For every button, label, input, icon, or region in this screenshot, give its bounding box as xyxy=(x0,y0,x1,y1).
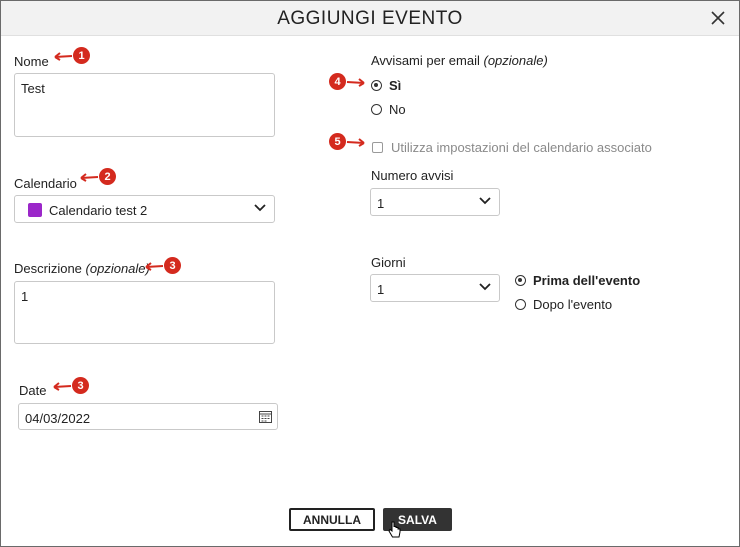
radio-unselected-icon xyxy=(371,104,382,115)
email-radio-si[interactable]: Sì xyxy=(371,78,401,93)
calendario-select[interactable]: Calendario test 2 xyxy=(14,195,275,223)
annotation-arrow-icon xyxy=(53,381,72,391)
radio-label: Sì xyxy=(389,78,402,93)
date-value: 04/03/2022 xyxy=(25,411,91,426)
annotation-arrow-icon xyxy=(346,137,365,147)
dialog-header: AGGIUNGI EVENTO xyxy=(1,1,739,36)
radio-label: Prima dell'evento xyxy=(533,273,641,288)
annotation-arrow-icon xyxy=(145,261,164,271)
annotation-marker-5: 5 xyxy=(329,133,368,150)
email-radio-no[interactable]: No xyxy=(371,102,406,117)
optional-note: (opzionale) xyxy=(85,261,150,276)
optional-note: (opzionale) xyxy=(483,53,548,68)
radio-selected-icon xyxy=(371,80,382,91)
numero-avvisi-label: Numero avvisi xyxy=(371,168,454,183)
checkbox-label: Utilizza impostazioni del calendario ass… xyxy=(391,140,652,155)
use-calendar-settings-checkbox[interactable]: Utilizza impostazioni del calendario ass… xyxy=(372,140,652,155)
descrizione-input[interactable]: 1 xyxy=(14,281,275,344)
annotation-badge: 3 xyxy=(72,377,89,394)
chevron-down-icon xyxy=(479,197,491,205)
annotation-badge: 4 xyxy=(329,73,346,90)
giorni-radio-dopo[interactable]: Dopo l'evento xyxy=(515,297,612,312)
descrizione-value: 1 xyxy=(21,289,29,304)
annotation-marker-2: 2 xyxy=(77,168,116,185)
calendar-color-swatch xyxy=(28,203,42,217)
annotation-arrow-icon xyxy=(54,51,73,61)
annotation-badge: 1 xyxy=(73,47,90,64)
date-input[interactable]: 04/03/2022 xyxy=(18,403,278,430)
giorni-label: Giorni xyxy=(371,255,406,270)
chevron-down-icon xyxy=(254,204,266,212)
email-label-text: Avvisami per email xyxy=(371,53,480,68)
radio-label: Dopo l'evento xyxy=(533,297,613,312)
giorni-value: 1 xyxy=(377,282,385,297)
annotation-arrow-icon xyxy=(80,172,99,182)
descrizione-label-text: Descrizione xyxy=(14,261,82,276)
dialog: AGGIUNGI EVENTO Nome 1 Test Calendario 2… xyxy=(0,0,740,547)
annotation-badge: 5 xyxy=(329,133,346,150)
annotation-arrow-icon xyxy=(346,77,365,87)
numero-avvisi-select[interactable]: 1 xyxy=(370,188,500,216)
calendario-value: Calendario test 2 xyxy=(49,203,148,218)
calendar-icon[interactable] xyxy=(259,410,272,423)
radio-label: No xyxy=(389,102,406,117)
radio-unselected-icon xyxy=(515,299,526,310)
date-label: Date xyxy=(19,383,47,398)
calendario-label: Calendario xyxy=(14,176,77,191)
annotation-badge: 2 xyxy=(99,168,116,185)
nome-label: Nome xyxy=(14,54,49,69)
giorni-select[interactable]: 1 xyxy=(370,274,500,302)
dialog-title: AGGIUNGI EVENTO xyxy=(277,8,463,29)
close-icon[interactable] xyxy=(709,9,727,27)
annotation-marker-1: 1 xyxy=(51,47,90,64)
email-label: Avvisami per email (opzionale) xyxy=(371,53,548,68)
descrizione-label: Descrizione (opzionale) xyxy=(14,261,150,276)
checkbox-icon xyxy=(372,142,383,153)
giorni-radio-prima[interactable]: Prima dell'evento xyxy=(515,273,640,288)
nome-value: Test xyxy=(21,81,45,96)
radio-selected-icon xyxy=(515,275,526,286)
annotation-marker-4: 4 xyxy=(329,73,368,90)
annotation-badge: 3 xyxy=(164,257,181,274)
hand-cursor-icon xyxy=(388,521,401,538)
nome-input[interactable]: Test xyxy=(14,73,275,137)
cancel-button[interactable]: ANNULLA xyxy=(289,508,375,531)
annotation-marker-3b: 3 xyxy=(50,377,89,394)
annotation-marker-3: 3 xyxy=(142,257,181,274)
numero-avvisi-value: 1 xyxy=(377,196,385,211)
chevron-down-icon xyxy=(479,283,491,291)
